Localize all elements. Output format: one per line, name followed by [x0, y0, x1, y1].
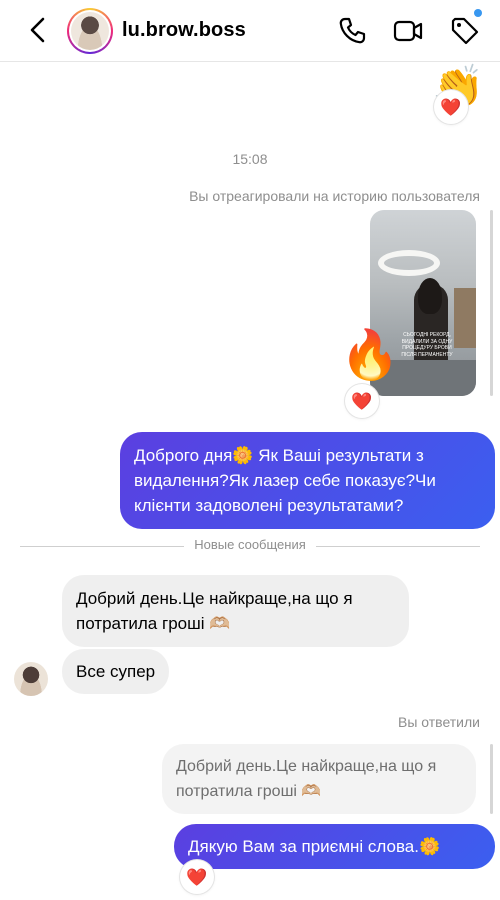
replied-label: Вы ответили: [397, 714, 480, 730]
video-icon[interactable]: [392, 15, 424, 47]
heart-icon: ❤️: [186, 867, 208, 887]
chat-header: lu.brow.boss: [0, 0, 500, 62]
back-arrow-icon[interactable]: [24, 14, 54, 46]
story-caption: СЬОГОДНІ РЕКОРД, ВИДАЛИЛИ ЗА ОДНУ ПРОЦЕД…: [401, 332, 453, 358]
quoted-message[interactable]: Добрий день.Це найкраще,на що я потратил…: [162, 744, 476, 814]
outgoing-message[interactable]: Дякую Вам за приємні слова.🌼: [174, 824, 495, 869]
avatar-image: [71, 12, 109, 50]
new-messages-label: Новые сообщения: [184, 537, 316, 552]
heart-icon: ❤️: [351, 391, 373, 411]
sender-avatar[interactable]: [14, 662, 48, 696]
unread-dot: [474, 9, 482, 17]
incoming-message[interactable]: Добрий день.Це найкраще,на що я потратил…: [62, 575, 409, 647]
message-thread[interactable]: 👏 ❤️ 15:08 Вы отреагировали на историю п…: [0, 62, 500, 900]
chat-username[interactable]: lu.brow.boss: [122, 19, 246, 42]
story-scroll-indicator: [490, 210, 493, 396]
story-reply-label: Вы отреагировали на историю пользователя: [189, 188, 480, 204]
phone-icon[interactable]: [336, 15, 368, 47]
outgoing-message[interactable]: Доброго дня🌼 Як Ваші результати з видале…: [120, 432, 495, 529]
heart-reaction[interactable]: ❤️: [434, 90, 468, 124]
new-messages-divider: Новые сообщения: [20, 537, 480, 552]
profile-avatar[interactable]: [67, 8, 113, 54]
story-person-hair: [418, 278, 442, 314]
fire-emoji-reaction: 🔥: [340, 329, 400, 382]
tag-icon[interactable]: [449, 15, 481, 47]
incoming-message[interactable]: Все супер: [62, 649, 170, 694]
heart-reaction[interactable]: ❤️: [345, 384, 379, 418]
quote-bar: [490, 744, 493, 814]
story-ring-light: [378, 250, 440, 276]
heart-reaction[interactable]: ❤️: [180, 860, 214, 894]
timestamp: 15:08: [232, 151, 268, 167]
heart-icon: ❤️: [440, 97, 462, 117]
